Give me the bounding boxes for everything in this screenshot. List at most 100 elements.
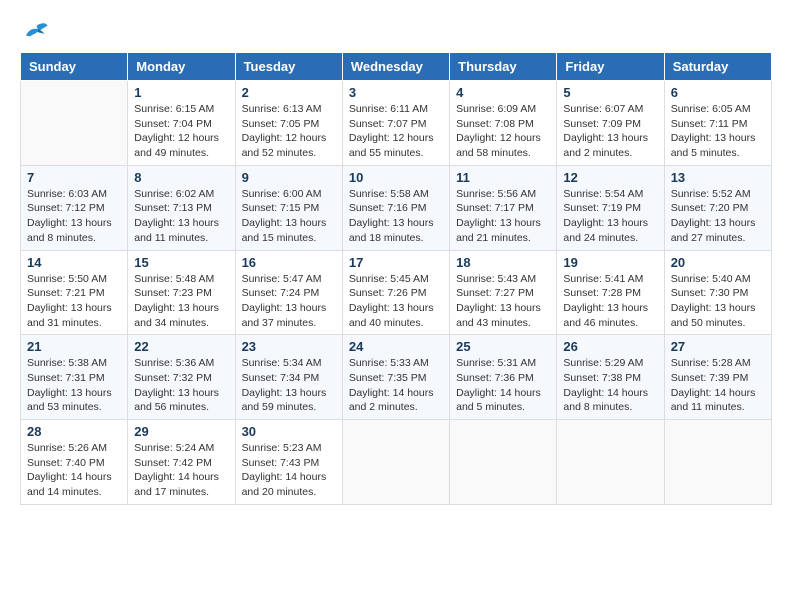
calendar-cell: [342, 420, 449, 505]
calendar-cell: 4 Sunrise: 6:09 AMSunset: 7:08 PMDaylight…: [450, 81, 557, 166]
day-number: 8: [134, 170, 228, 185]
day-info: Sunrise: 6:15 AMSunset: 7:04 PMDaylight:…: [134, 102, 228, 161]
calendar-cell: 19 Sunrise: 5:41 AMSunset: 7:28 PMDayligh…: [557, 250, 664, 335]
day-info: Sunrise: 5:50 AMSunset: 7:21 PMDaylight:…: [27, 272, 121, 331]
calendar-cell: 6 Sunrise: 6:05 AMSunset: 7:11 PMDaylight…: [664, 81, 771, 166]
day-info: Sunrise: 5:48 AMSunset: 7:23 PMDaylight:…: [134, 272, 228, 331]
day-info: Sunrise: 5:43 AMSunset: 7:27 PMDaylight:…: [456, 272, 550, 331]
calendar-cell: 20 Sunrise: 5:40 AMSunset: 7:30 PMDayligh…: [664, 250, 771, 335]
calendar-week-row: 14 Sunrise: 5:50 AMSunset: 7:21 PMDayligh…: [21, 250, 772, 335]
day-info: Sunrise: 5:40 AMSunset: 7:30 PMDaylight:…: [671, 272, 765, 331]
calendar-week-row: 21 Sunrise: 5:38 AMSunset: 7:31 PMDayligh…: [21, 335, 772, 420]
day-info: Sunrise: 5:56 AMSunset: 7:17 PMDaylight:…: [456, 187, 550, 246]
calendar-cell: 28 Sunrise: 5:26 AMSunset: 7:40 PMDayligh…: [21, 420, 128, 505]
day-number: 11: [456, 170, 550, 185]
calendar-cell: 18 Sunrise: 5:43 AMSunset: 7:27 PMDayligh…: [450, 250, 557, 335]
calendar-cell: 11 Sunrise: 5:56 AMSunset: 7:17 PMDayligh…: [450, 165, 557, 250]
day-info: Sunrise: 5:41 AMSunset: 7:28 PMDaylight:…: [563, 272, 657, 331]
logo: [20, 20, 50, 42]
day-info: Sunrise: 6:05 AMSunset: 7:11 PMDaylight:…: [671, 102, 765, 161]
day-number: 16: [242, 255, 336, 270]
calendar-cell: 24Sunrise: 5:33 AMSunset: 7:35 PMDayligh…: [342, 335, 449, 420]
calendar-cell: 30 Sunrise: 5:23 AMSunset: 7:43 PMDayligh…: [235, 420, 342, 505]
calendar-cell: [557, 420, 664, 505]
day-number: 27: [671, 339, 765, 354]
day-number: 7: [27, 170, 121, 185]
calendar-week-row: 1 Sunrise: 6:15 AMSunset: 7:04 PMDaylight…: [21, 81, 772, 166]
calendar-cell: 1 Sunrise: 6:15 AMSunset: 7:04 PMDaylight…: [128, 81, 235, 166]
calendar-cell: [450, 420, 557, 505]
day-info: Sunrise: 5:24 AMSunset: 7:42 PMDaylight:…: [134, 441, 228, 500]
page-header: [20, 20, 772, 42]
day-number: 6: [671, 85, 765, 100]
calendar-cell: 13 Sunrise: 5:52 AMSunset: 7:20 PMDayligh…: [664, 165, 771, 250]
day-number: 23: [242, 339, 336, 354]
calendar-header-friday: Friday: [557, 53, 664, 81]
calendar-cell: 29 Sunrise: 5:24 AMSunset: 7:42 PMDayligh…: [128, 420, 235, 505]
day-number: 21: [27, 339, 121, 354]
day-number: 12: [563, 170, 657, 185]
day-info: Sunrise: 6:11 AMSunset: 7:07 PMDaylight:…: [349, 102, 443, 161]
day-number: 10: [349, 170, 443, 185]
day-number: 2: [242, 85, 336, 100]
day-info: Sunrise: 6:00 AMSunset: 7:15 PMDaylight:…: [242, 187, 336, 246]
day-number: 26: [563, 339, 657, 354]
day-info: Sunrise: 6:09 AMSunset: 7:08 PMDaylight:…: [456, 102, 550, 161]
calendar-header-saturday: Saturday: [664, 53, 771, 81]
calendar-week-row: 28 Sunrise: 5:26 AMSunset: 7:40 PMDayligh…: [21, 420, 772, 505]
calendar-header-tuesday: Tuesday: [235, 53, 342, 81]
calendar-cell: 3Sunrise: 6:11 AMSunset: 7:07 PMDaylight…: [342, 81, 449, 166]
day-number: 14: [27, 255, 121, 270]
day-number: 20: [671, 255, 765, 270]
day-number: 15: [134, 255, 228, 270]
day-info: Sunrise: 5:26 AMSunset: 7:40 PMDaylight:…: [27, 441, 121, 500]
day-number: 9: [242, 170, 336, 185]
day-number: 29: [134, 424, 228, 439]
calendar-cell: 15 Sunrise: 5:48 AMSunset: 7:23 PMDayligh…: [128, 250, 235, 335]
day-number: 13: [671, 170, 765, 185]
day-info: Sunrise: 5:45 AMSunset: 7:26 PMDaylight:…: [349, 272, 443, 331]
calendar-cell: 23 Sunrise: 5:34 AMSunset: 7:34 PMDayligh…: [235, 335, 342, 420]
calendar-cell: 25 Sunrise: 5:31 AMSunset: 7:36 PMDayligh…: [450, 335, 557, 420]
calendar-header-monday: Monday: [128, 53, 235, 81]
day-number: 4: [456, 85, 550, 100]
day-info: Sunrise: 5:29 AMSunset: 7:38 PMDaylight:…: [563, 356, 657, 415]
day-number: 18: [456, 255, 550, 270]
calendar-cell: 8 Sunrise: 6:02 AMSunset: 7:13 PMDaylight…: [128, 165, 235, 250]
day-info: Sunrise: 5:33 AMSunset: 7:35 PMDaylight:…: [349, 356, 443, 415]
day-info: Sunrise: 6:07 AMSunset: 7:09 PMDaylight:…: [563, 102, 657, 161]
day-info: Sunrise: 5:36 AMSunset: 7:32 PMDaylight:…: [134, 356, 228, 415]
calendar-cell: [664, 420, 771, 505]
day-info: Sunrise: 5:52 AMSunset: 7:20 PMDaylight:…: [671, 187, 765, 246]
calendar-cell: 27Sunrise: 5:28 AMSunset: 7:39 PMDayligh…: [664, 335, 771, 420]
day-number: 28: [27, 424, 121, 439]
calendar-header-row: SundayMondayTuesdayWednesdayThursdayFrid…: [21, 53, 772, 81]
day-number: 22: [134, 339, 228, 354]
calendar-week-row: 7 Sunrise: 6:03 AMSunset: 7:12 PMDaylight…: [21, 165, 772, 250]
day-info: Sunrise: 5:31 AMSunset: 7:36 PMDaylight:…: [456, 356, 550, 415]
day-info: Sunrise: 5:34 AMSunset: 7:34 PMDaylight:…: [242, 356, 336, 415]
logo-bird-icon: [22, 20, 50, 42]
calendar-cell: 26 Sunrise: 5:29 AMSunset: 7:38 PMDayligh…: [557, 335, 664, 420]
day-info: Sunrise: 5:54 AMSunset: 7:19 PMDaylight:…: [563, 187, 657, 246]
day-info: Sunrise: 5:23 AMSunset: 7:43 PMDaylight:…: [242, 441, 336, 500]
calendar-cell: 14 Sunrise: 5:50 AMSunset: 7:21 PMDayligh…: [21, 250, 128, 335]
calendar-cell: 7 Sunrise: 6:03 AMSunset: 7:12 PMDaylight…: [21, 165, 128, 250]
calendar-header-thursday: Thursday: [450, 53, 557, 81]
day-number: 19: [563, 255, 657, 270]
calendar-cell: 21 Sunrise: 5:38 AMSunset: 7:31 PMDayligh…: [21, 335, 128, 420]
day-number: 30: [242, 424, 336, 439]
day-info: Sunrise: 5:38 AMSunset: 7:31 PMDaylight:…: [27, 356, 121, 415]
day-number: 17: [349, 255, 443, 270]
calendar-header-sunday: Sunday: [21, 53, 128, 81]
day-info: Sunrise: 6:13 AMSunset: 7:05 PMDaylight:…: [242, 102, 336, 161]
calendar-cell: 10Sunrise: 5:58 AMSunset: 7:16 PMDayligh…: [342, 165, 449, 250]
day-number: 25: [456, 339, 550, 354]
day-info: Sunrise: 6:03 AMSunset: 7:12 PMDaylight:…: [27, 187, 121, 246]
calendar-cell: [21, 81, 128, 166]
calendar-cell: 9 Sunrise: 6:00 AMSunset: 7:15 PMDaylight…: [235, 165, 342, 250]
day-info: Sunrise: 6:02 AMSunset: 7:13 PMDaylight:…: [134, 187, 228, 246]
calendar-cell: 22 Sunrise: 5:36 AMSunset: 7:32 PMDayligh…: [128, 335, 235, 420]
day-info: Sunrise: 5:47 AMSunset: 7:24 PMDaylight:…: [242, 272, 336, 331]
day-number: 1: [134, 85, 228, 100]
